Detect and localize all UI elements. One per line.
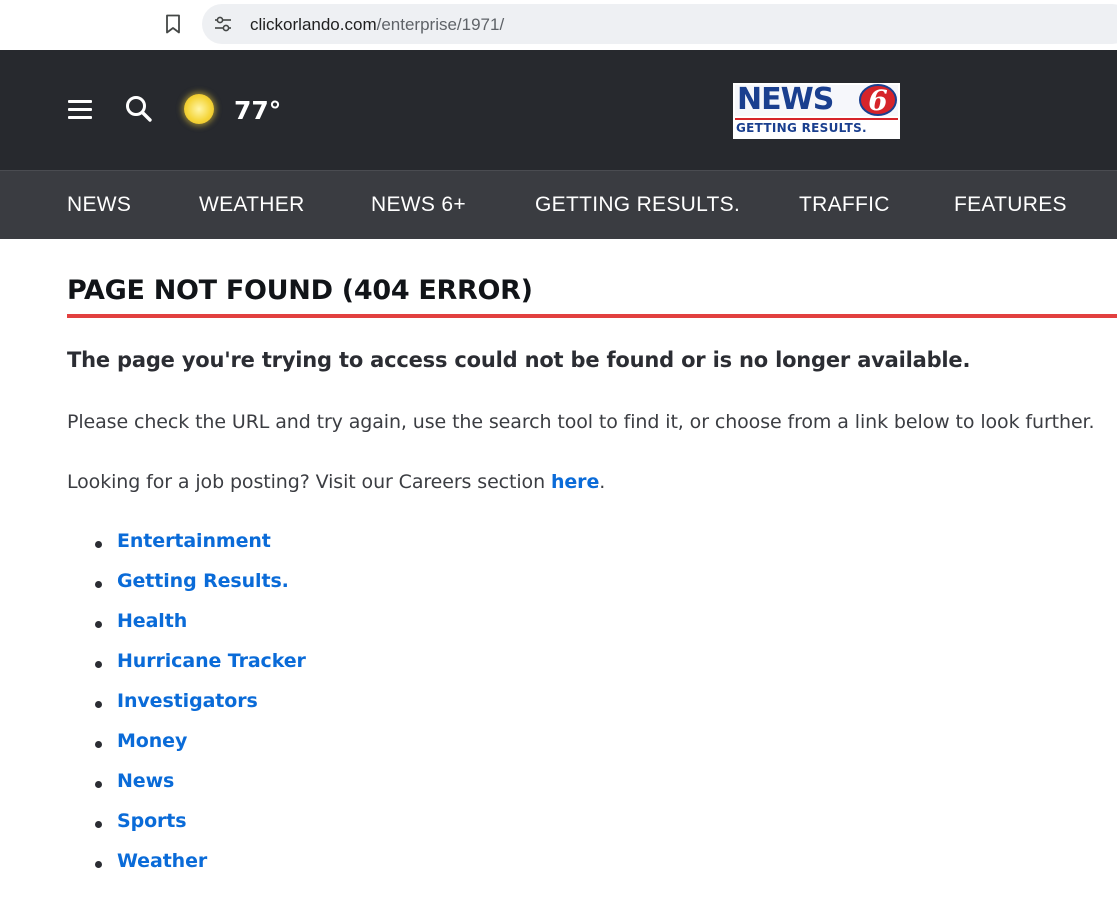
bullet-icon xyxy=(95,541,102,548)
nav-item-getting-results[interactable]: GETTING RESULTS. xyxy=(535,193,740,217)
list-item: Investigators xyxy=(95,690,306,730)
site-header: 77° NEWS 6 GETTING RESULTS. xyxy=(0,50,1117,170)
link-news[interactable]: News xyxy=(117,770,174,792)
bullet-icon xyxy=(95,621,102,628)
link-money[interactable]: Money xyxy=(117,730,187,752)
logo-wordmark: NEWS xyxy=(737,82,834,117)
browser-toolbar: clickorlando.com/enterprise/1971/ xyxy=(0,0,1117,50)
link-weather[interactable]: Weather xyxy=(117,850,207,872)
careers-here-link[interactable]: here xyxy=(551,471,599,493)
list-item: Weather xyxy=(95,850,306,890)
logo-six-icon: 6 xyxy=(859,84,897,117)
nav-item-traffic[interactable]: TRAFFIC xyxy=(799,193,890,217)
bullet-icon xyxy=(95,861,102,868)
bullet-icon xyxy=(95,741,102,748)
news6-logo[interactable]: NEWS 6 GETTING RESULTS. xyxy=(733,83,900,139)
page-title: PAGE NOT FOUND (404 ERROR) xyxy=(67,275,533,306)
site-info-icon[interactable] xyxy=(212,14,234,34)
link-entertainment[interactable]: Entertainment xyxy=(117,530,271,552)
sunny-weather-icon[interactable] xyxy=(184,94,214,124)
list-item: Getting Results. xyxy=(95,570,306,610)
nav-item-news[interactable]: NEWS xyxy=(67,193,131,217)
bullet-icon xyxy=(95,701,102,708)
careers-text: Looking for a job posting? Visit our Car… xyxy=(67,471,605,493)
list-item: Hurricane Tracker xyxy=(95,650,306,690)
bullet-icon xyxy=(95,661,102,668)
temperature[interactable]: 77° xyxy=(234,96,281,125)
list-item: Sports xyxy=(95,810,306,850)
search-icon[interactable] xyxy=(124,94,154,124)
bullet-icon xyxy=(95,581,102,588)
bullet-icon xyxy=(95,821,102,828)
logo-number: 6 xyxy=(868,84,887,117)
link-sports[interactable]: Sports xyxy=(117,810,187,832)
list-item: News xyxy=(95,770,306,810)
bookmark-icon[interactable] xyxy=(160,11,186,37)
link-health[interactable]: Health xyxy=(117,610,187,632)
title-divider xyxy=(67,314,1117,318)
careers-prefix: Looking for a job posting? Visit our Car… xyxy=(67,471,551,493)
nav-item-features[interactable]: FEATURES xyxy=(954,193,1067,217)
careers-suffix: . xyxy=(599,471,606,493)
main-nav: NEWS WEATHER NEWS 6+ GETTING RESULTS. TR… xyxy=(0,170,1117,239)
url-domain: clickorlando.com xyxy=(250,15,377,34)
logo-tagline: GETTING RESULTS. xyxy=(736,121,867,135)
section-links-list: Entertainment Getting Results. Health Hu… xyxy=(95,530,306,890)
list-item: Money xyxy=(95,730,306,770)
link-hurricane-tracker[interactable]: Hurricane Tracker xyxy=(117,650,306,672)
address-bar[interactable]: clickorlando.com/enterprise/1971/ xyxy=(202,4,1117,44)
bullet-icon xyxy=(95,781,102,788)
error-lead-text: The page you're trying to access could n… xyxy=(67,348,971,372)
nav-item-weather[interactable]: WEATHER xyxy=(199,193,305,217)
logo-divider xyxy=(735,118,898,120)
url-text: clickorlando.com/enterprise/1971/ xyxy=(250,15,504,35)
url-path: /enterprise/1971/ xyxy=(376,15,505,34)
instructions-text: Please check the URL and try again, use … xyxy=(67,411,1095,433)
list-item: Health xyxy=(95,610,306,650)
link-getting-results[interactable]: Getting Results. xyxy=(117,570,289,592)
nav-item-news6plus[interactable]: NEWS 6+ xyxy=(371,193,466,217)
link-investigators[interactable]: Investigators xyxy=(117,690,258,712)
hamburger-menu-icon[interactable] xyxy=(68,100,92,120)
list-item: Entertainment xyxy=(95,530,306,570)
